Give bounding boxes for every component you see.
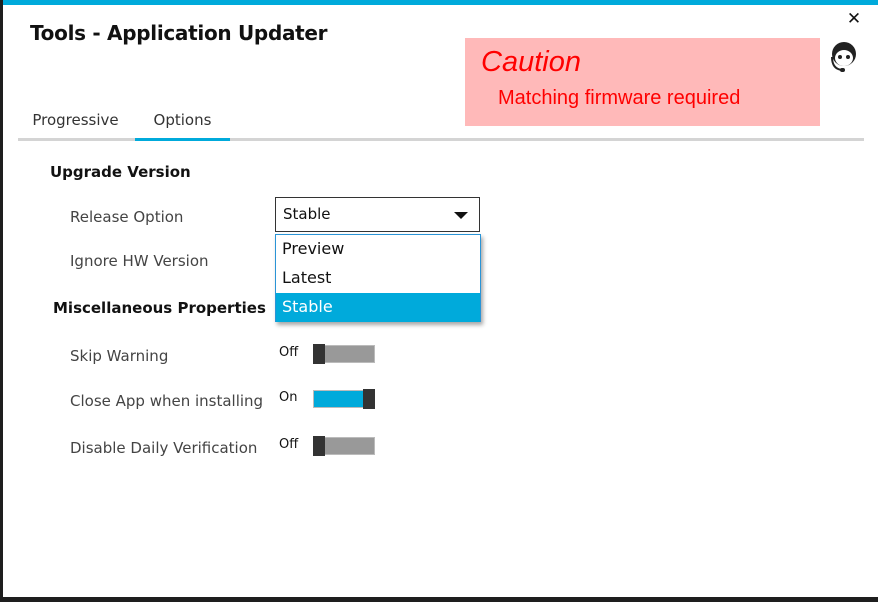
toggle-knob bbox=[313, 344, 325, 364]
release-option-select[interactable]: Stable bbox=[275, 197, 480, 232]
chevron-down-icon bbox=[454, 212, 468, 219]
toggle-knob bbox=[363, 389, 375, 409]
headset-support-icon[interactable] bbox=[828, 39, 860, 75]
window-title: Tools - Application Updater bbox=[30, 21, 328, 45]
close-button[interactable]: ✕ bbox=[845, 10, 863, 28]
upgrade-version-heading: Upgrade Version bbox=[50, 163, 191, 181]
dropdown-option-stable[interactable]: Stable bbox=[276, 293, 480, 322]
release-option-label: Release Option bbox=[70, 208, 184, 226]
skip-warning-toggle[interactable] bbox=[313, 344, 375, 364]
tab-progressive[interactable]: Progressive bbox=[18, 107, 133, 138]
toggle-knob bbox=[313, 436, 325, 456]
dropdown-option-preview[interactable]: Preview bbox=[276, 235, 480, 264]
disable-daily-verification-state: Off bbox=[279, 437, 299, 452]
dropdown-option-latest[interactable]: Latest bbox=[276, 264, 480, 293]
close-icon: ✕ bbox=[846, 9, 862, 29]
skip-warning-state: Off bbox=[279, 345, 299, 360]
release-option-dropdown: Preview Latest Stable bbox=[275, 234, 481, 322]
application-updater-window: Tools - Application Updater ✕ Caution Ma… bbox=[3, 0, 878, 597]
caution-title: Caution bbox=[481, 46, 581, 78]
close-app-label: Close App when installing bbox=[70, 392, 264, 410]
skip-warning-label: Skip Warning bbox=[70, 347, 169, 365]
misc-properties-heading: Miscellaneous Properties bbox=[53, 299, 266, 317]
tab-options[interactable]: Options bbox=[135, 107, 230, 141]
close-app-state: On bbox=[279, 390, 298, 405]
tab-bar: Progressive Options bbox=[18, 107, 864, 141]
toggle-track bbox=[313, 390, 365, 408]
toggle-track bbox=[323, 437, 375, 455]
release-option-value: Stable bbox=[283, 205, 331, 223]
disable-daily-verification-label: Disable Daily Verification bbox=[70, 439, 258, 457]
close-app-toggle[interactable] bbox=[313, 389, 375, 409]
disable-daily-verification-toggle[interactable] bbox=[313, 436, 375, 456]
toggle-track bbox=[323, 345, 375, 363]
ignore-hw-version-label: Ignore HW Version bbox=[70, 252, 209, 270]
